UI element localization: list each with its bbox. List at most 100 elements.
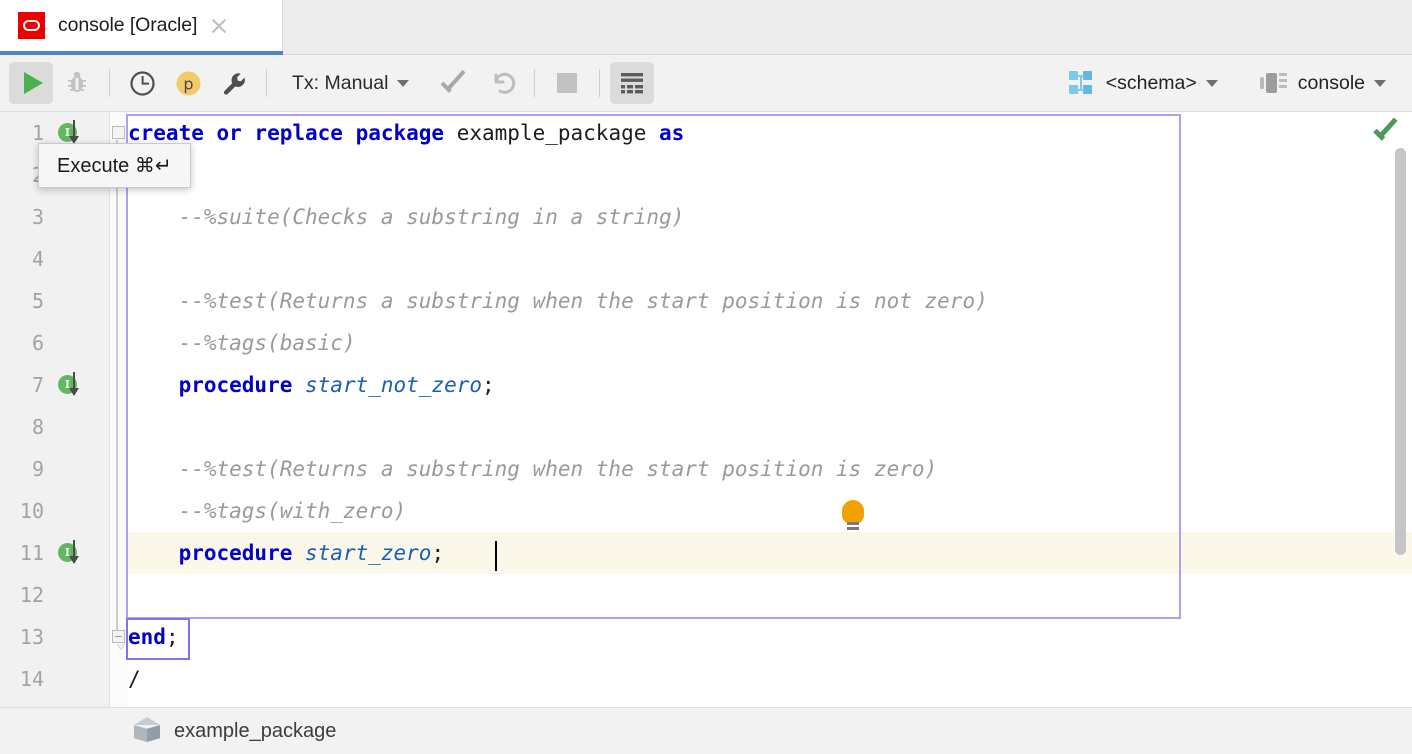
code-token: ; [482,373,495,397]
code-token: procedure [128,373,305,397]
play-icon [24,72,43,94]
code-token: create or replace package [128,121,457,145]
fold-region-line [116,140,118,630]
fold-end-icon[interactable] [112,630,125,643]
toolbar-divider [266,69,267,97]
code-line-6[interactable]: --%tags(basic) [128,322,1412,364]
code-line-1[interactable]: create or replace package example_packag… [128,112,1412,154]
code-line-3[interactable]: --%suite(Checks a substring in a string) [128,196,1412,238]
execute-tooltip: Execute ⌘↵ [38,143,191,188]
line-number-gutter[interactable]: 1 I 2 3 4 5 6 7 I 8 9 10 11 I 12 13 14 [0,112,110,707]
code-token: ; [431,541,444,565]
fold-start-icon[interactable] [112,126,125,139]
code-line-5[interactable]: --%test(Returns a substring when the sta… [128,280,1412,322]
code-line-4[interactable] [128,238,1412,280]
parameters-button[interactable]: p [166,62,210,104]
line-number: 9 [32,448,44,490]
line-number: 5 [32,280,44,322]
stop-button[interactable] [545,62,589,104]
execute-button[interactable] [9,62,53,104]
code-token: --%test(Returns a substring when the sta… [128,289,988,313]
table-grid-icon [618,69,646,97]
session-selector[interactable]: console [1250,62,1396,104]
code-token: ; [166,625,179,649]
execute-tooltip-text: Execute ⌘↵ [57,155,172,177]
run-statement-icon[interactable]: I [58,123,78,143]
line-number: 14 [20,658,44,700]
p-circle-icon: p [175,70,202,97]
code-line-12[interactable] [128,574,1412,616]
debug-button[interactable] [55,62,99,104]
chevron-down-icon [1374,80,1386,87]
oracle-logo-icon [18,12,45,39]
code-token: --%tags(with_zero) [128,499,406,523]
breadcrumb-label[interactable]: example_package [174,720,336,743]
schema-icon [1068,70,1096,96]
schema-selector[interactable]: <schema> [1058,62,1228,104]
toolbar-divider [599,69,600,97]
toolbar-divider [534,69,535,97]
implementation-icon[interactable]: I [58,543,78,563]
commit-icon [442,71,470,95]
code-folding-strip[interactable] [110,112,128,707]
history-button[interactable] [120,62,164,104]
gutter-line-5: 5 [0,280,110,322]
gutter-line-11: 11 I [0,532,110,574]
code-editor[interactable]: 1 I 2 3 4 5 6 7 I 8 9 10 11 I 12 13 14 [0,112,1412,707]
code-token: --%suite(Checks a substring in a string) [128,205,684,229]
line-number: 11 [20,532,44,574]
code-token: as [646,121,684,145]
commit-button[interactable] [434,62,478,104]
toolbar-divider [109,69,110,97]
stop-icon [557,73,577,93]
code-line-14[interactable]: / [128,658,1412,700]
code-line-2[interactable] [128,154,1412,196]
settings-button[interactable] [212,62,256,104]
show-results-button[interactable] [610,62,654,104]
console-session-icon [1260,71,1288,95]
package-cube-icon [134,717,160,745]
code-token: --%tags(basic) [128,331,356,355]
code-line-7[interactable]: procedure start_not_zero; [128,364,1412,406]
editor-tab-bar: console [Oracle] [0,0,1412,55]
gutter-line-14: 14 [0,658,110,700]
implementation-icon[interactable]: I [58,375,78,395]
code-line-8[interactable] [128,406,1412,448]
breadcrumb: example_package [0,707,1412,754]
gutter-line-12: 12 [0,574,110,616]
svg-text:p: p [183,74,193,93]
code-line-10[interactable]: --%tags(with_zero) [128,490,1412,532]
code-line-11[interactable]: procedure start_zero; [128,532,1412,574]
schema-selector-label: <schema> [1106,72,1197,95]
code-text-area[interactable]: create or replace package example_packag… [128,112,1412,707]
line-number: 6 [32,322,44,364]
text-caret [495,541,497,571]
code-line-9[interactable]: --%test(Returns a substring when the sta… [128,448,1412,490]
sql-console-window: console [Oracle] [0,0,1412,754]
line-number: 8 [32,406,44,448]
line-number: 4 [32,238,44,280]
bug-icon [64,70,90,96]
intention-bulb-icon[interactable] [842,500,864,530]
line-number: 13 [20,616,44,658]
rollback-button[interactable] [480,62,524,104]
tx-mode-label: Tx: Manual [292,72,388,95]
console-toolbar: p Tx: Manual [0,55,1412,112]
code-line-13[interactable]: end; [128,616,1412,658]
chevron-down-icon [1206,80,1218,87]
gutter-line-10: 10 [0,490,110,532]
line-number: 7 [32,364,44,406]
gutter-line-4: 4 [0,238,110,280]
tx-mode-dropdown[interactable]: Tx: Manual [276,62,419,104]
code-token: end [128,625,166,649]
gutter-line-9: 9 [0,448,110,490]
editor-vertical-scrollbar[interactable] [1395,148,1406,555]
code-token: example_package [457,121,647,145]
clock-icon [129,70,156,97]
code-token: start_zero [305,541,431,565]
line-number: 10 [20,490,44,532]
chevron-down-icon [397,80,409,87]
inspection-status-ok-icon[interactable] [1374,118,1400,144]
tab-console-oracle[interactable]: console [Oracle] [0,0,283,51]
close-icon[interactable] [209,16,229,36]
